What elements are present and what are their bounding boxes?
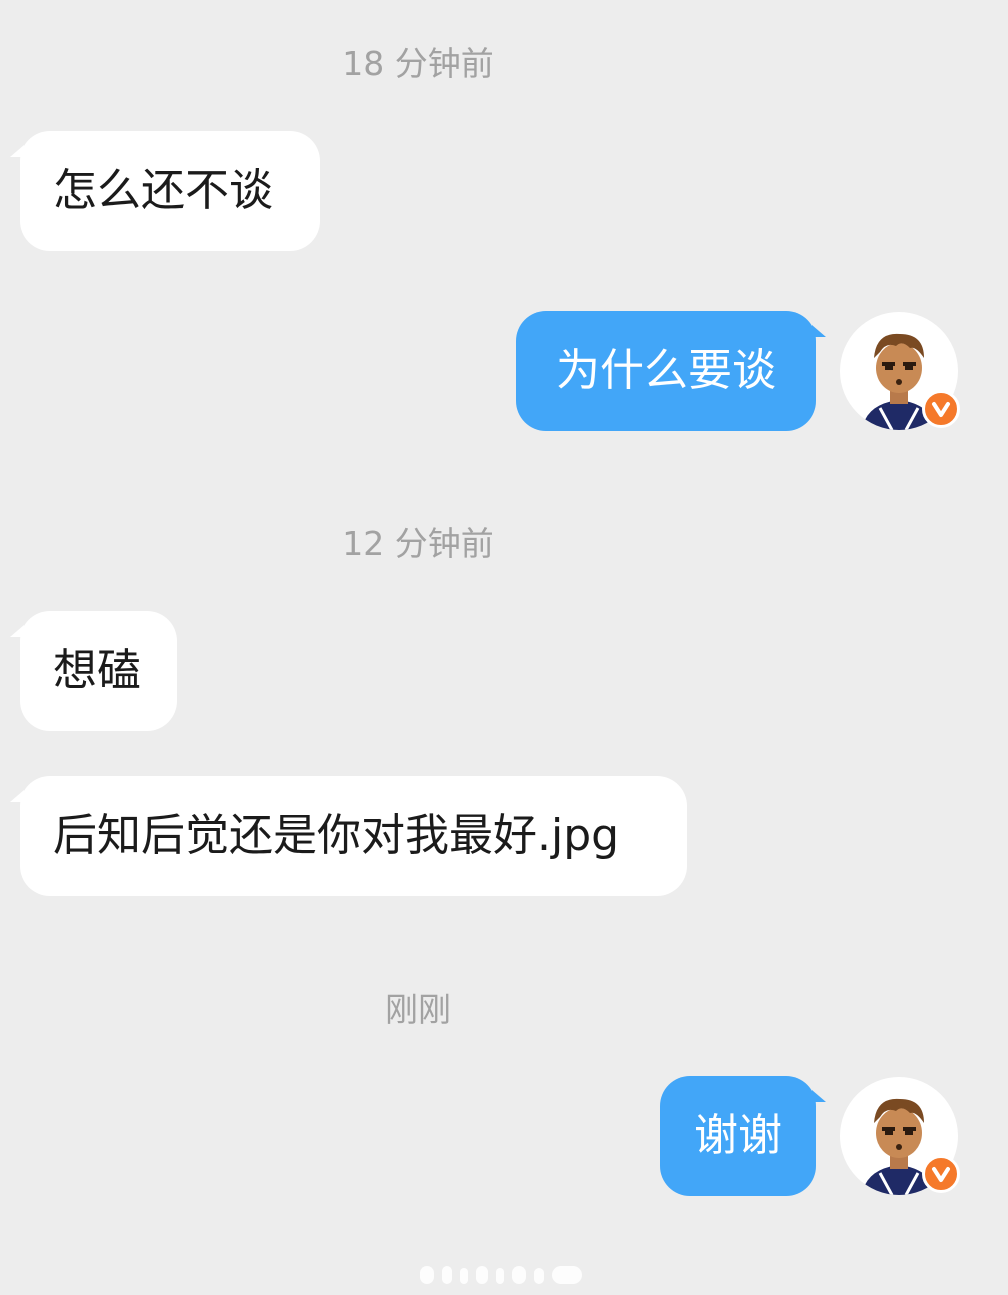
timestamp: 12 分钟前 <box>342 524 494 563</box>
incoming-message-bubble[interactable]: 想磕 <box>10 611 177 731</box>
outgoing-message-bubble[interactable]: 为什么要谈 <box>516 311 826 431</box>
bubble-tail <box>10 145 24 157</box>
incoming-message-bubble[interactable]: 后知后觉还是你对我最好.jpg <box>10 776 687 896</box>
bubble-tail <box>10 625 24 637</box>
avatar[interactable] <box>840 312 960 430</box>
message-text: 谢谢 <box>694 1110 782 1161</box>
timestamp: 18 分钟前 <box>342 44 494 83</box>
message-text: 为什么要谈 <box>556 345 776 396</box>
message-text: 想磕 <box>53 645 141 696</box>
incoming-message-bubble[interactable]: 怎么还不谈 <box>10 131 320 251</box>
verified-v-badge-icon <box>922 390 960 428</box>
message-text: 怎么还不谈 <box>53 165 273 216</box>
timestamp: 刚刚 <box>385 990 451 1029</box>
bubble-tail <box>812 1090 826 1102</box>
message-text: 后知后觉还是你对我最好.jpg <box>53 810 620 861</box>
verified-v-badge-icon <box>922 1155 960 1193</box>
outgoing-message-bubble[interactable]: 谢谢 <box>660 1076 826 1196</box>
avatar[interactable] <box>840 1077 960 1195</box>
bubble-tail <box>812 325 826 337</box>
watermark-icon <box>420 1266 582 1284</box>
bubble-tail <box>10 790 24 802</box>
